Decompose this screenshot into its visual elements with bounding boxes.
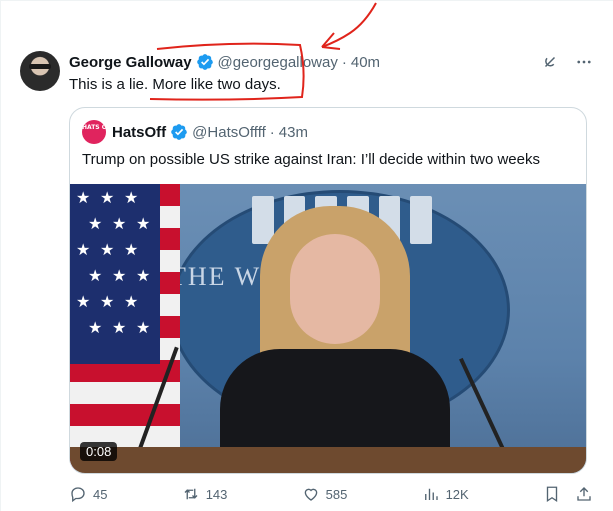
- like-button[interactable]: 585: [302, 485, 348, 503]
- views-icon: [424, 488, 438, 500]
- repost-button[interactable]: 143: [182, 485, 228, 503]
- author-avatar[interactable]: [20, 51, 60, 91]
- tweet-timestamp[interactable]: 40m: [351, 54, 380, 71]
- reply-icon: [71, 487, 85, 503]
- like-count: 585: [325, 486, 348, 502]
- separator-dot: ·: [269, 123, 275, 141]
- quote-author-avatar[interactable]: HATS OFF: [82, 120, 106, 144]
- tweet-header: George Galloway @georgegalloway · 40m: [69, 52, 380, 72]
- quoted-tweet[interactable]: HATS OFF HatsOff @HatsOffff · 43m Trump …: [69, 107, 587, 474]
- separator-dot: ·: [341, 53, 347, 71]
- verified-badge-icon[interactable]: [170, 123, 188, 141]
- quote-author-name[interactable]: HatsOff: [112, 124, 166, 141]
- bookmark-button[interactable]: [543, 485, 561, 503]
- like-icon: [304, 488, 317, 501]
- bookmark-icon: [546, 486, 558, 503]
- quote-text: Trump on possible US strike against Iran…: [82, 151, 540, 168]
- tweet[interactable]: George Galloway @georgegalloway · 40m Th…: [0, 0, 613, 511]
- author-name[interactable]: George Galloway: [69, 54, 192, 71]
- podium: [70, 447, 586, 473]
- video-duration: 0:08: [80, 442, 118, 461]
- share-icon: [577, 487, 591, 501]
- reply-count: 45: [93, 486, 108, 502]
- quote-avatar-logo-text: HATS OFF: [82, 124, 106, 131]
- share-button[interactable]: [575, 485, 593, 503]
- tweet-secondary-actions: [543, 485, 593, 503]
- author-handle[interactable]: @georgegalloway: [218, 54, 338, 71]
- views-button[interactable]: 12K: [422, 485, 469, 503]
- quote-header: HATS OFF HatsOff @HatsOffff · 43m: [82, 120, 308, 144]
- tweet-text: This is a lie. More like two days.: [69, 76, 281, 93]
- video-player[interactable]: THE W OUSE ★ ★ ★ ★ ★ ★ ★ ★ ★ ★ ★ ★ ★ ★ ★ ★ ★ ★ 0:08: [70, 184, 586, 473]
- repost-count: 143: [205, 486, 228, 502]
- verified-badge-icon[interactable]: [196, 53, 214, 71]
- tweet-top-actions: [541, 53, 593, 71]
- repost-icon: [184, 488, 198, 500]
- grok-icon[interactable]: [541, 53, 559, 71]
- views-count: 12K: [445, 486, 469, 502]
- speaker-face: [290, 234, 380, 344]
- quote-timestamp[interactable]: 43m: [279, 124, 308, 141]
- tweet-actions-bar: 45 143 585 12K: [69, 485, 593, 503]
- reply-button[interactable]: 45: [69, 485, 107, 503]
- quote-author-handle[interactable]: @HatsOffff: [192, 124, 266, 141]
- more-icon[interactable]: [575, 53, 593, 71]
- us-flag: ★ ★ ★ ★ ★ ★ ★ ★ ★ ★ ★ ★ ★ ★ ★ ★ ★ ★: [70, 184, 180, 473]
